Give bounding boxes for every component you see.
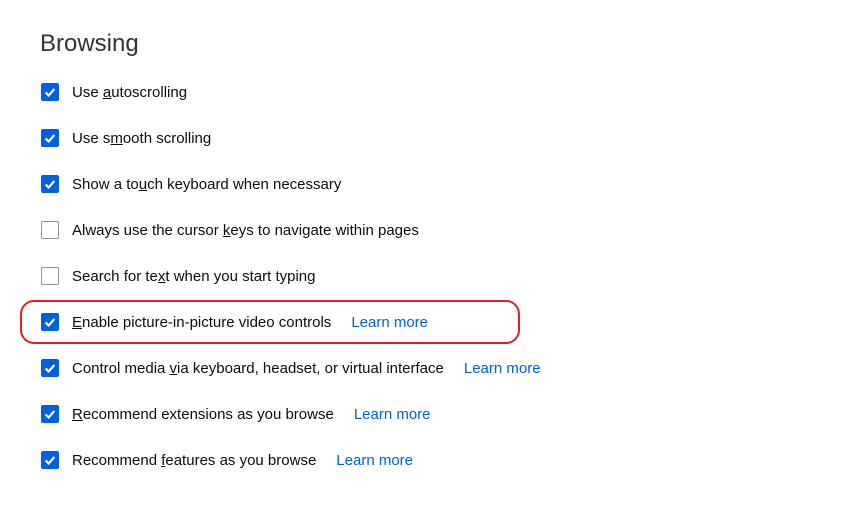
option-label[interactable]: Search for text when you start typing [72, 268, 315, 285]
option-label[interactable]: Control media via keyboard, headset, or … [72, 360, 444, 377]
checkbox-wrap [40, 266, 60, 286]
option-row: Show a touch keyboard when necessary [40, 172, 820, 196]
option-row: Search for text when you start typing [40, 264, 820, 288]
option-row: Use autoscrolling [40, 80, 820, 104]
option-checkbox-5[interactable] [41, 313, 59, 331]
option-checkbox-3[interactable] [41, 221, 59, 239]
option-checkbox-2[interactable] [41, 175, 59, 193]
option-row: Enable picture-in-picture video controls… [40, 310, 820, 334]
option-label[interactable]: Enable picture-in-picture video controls [72, 314, 331, 331]
learn-more-link[interactable]: Learn more [336, 452, 413, 469]
checkbox-wrap [40, 358, 60, 378]
option-row: Recommend features as you browse Learn mo… [40, 448, 820, 472]
option-label[interactable]: Use autoscrolling [72, 84, 187, 101]
learn-more-link[interactable]: Learn more [354, 406, 431, 423]
option-row: Recommend extensions as you browse Learn … [40, 402, 820, 426]
option-label[interactable]: Show a touch keyboard when necessary [72, 176, 341, 193]
checkbox-wrap [40, 82, 60, 102]
learn-more-link[interactable]: Learn more [351, 314, 428, 331]
options-list: Use autoscrolling Use smooth scrolling Sho… [40, 80, 820, 472]
option-checkbox-7[interactable] [41, 405, 59, 423]
checkbox-wrap [40, 174, 60, 194]
option-checkbox-1[interactable] [41, 129, 59, 147]
checkbox-wrap [40, 404, 60, 424]
option-checkbox-0[interactable] [41, 83, 59, 101]
option-row: Use smooth scrolling [40, 126, 820, 150]
checkbox-wrap [40, 220, 60, 240]
option-label[interactable]: Recommend features as you browse [72, 452, 316, 469]
checkbox-wrap [40, 450, 60, 470]
option-label[interactable]: Recommend extensions as you browse [72, 406, 334, 423]
option-label[interactable]: Use smooth scrolling [72, 130, 211, 147]
option-row: Always use the cursor keys to navigate w… [40, 218, 820, 242]
option-label[interactable]: Always use the cursor keys to navigate w… [72, 222, 419, 239]
option-checkbox-8[interactable] [41, 451, 59, 469]
option-checkbox-4[interactable] [41, 267, 59, 285]
section-title: Browsing [40, 30, 820, 58]
option-row: Control media via keyboard, headset, or … [40, 356, 820, 380]
option-checkbox-6[interactable] [41, 359, 59, 377]
checkbox-wrap [40, 128, 60, 148]
learn-more-link[interactable]: Learn more [464, 360, 541, 377]
checkbox-wrap [40, 312, 60, 332]
